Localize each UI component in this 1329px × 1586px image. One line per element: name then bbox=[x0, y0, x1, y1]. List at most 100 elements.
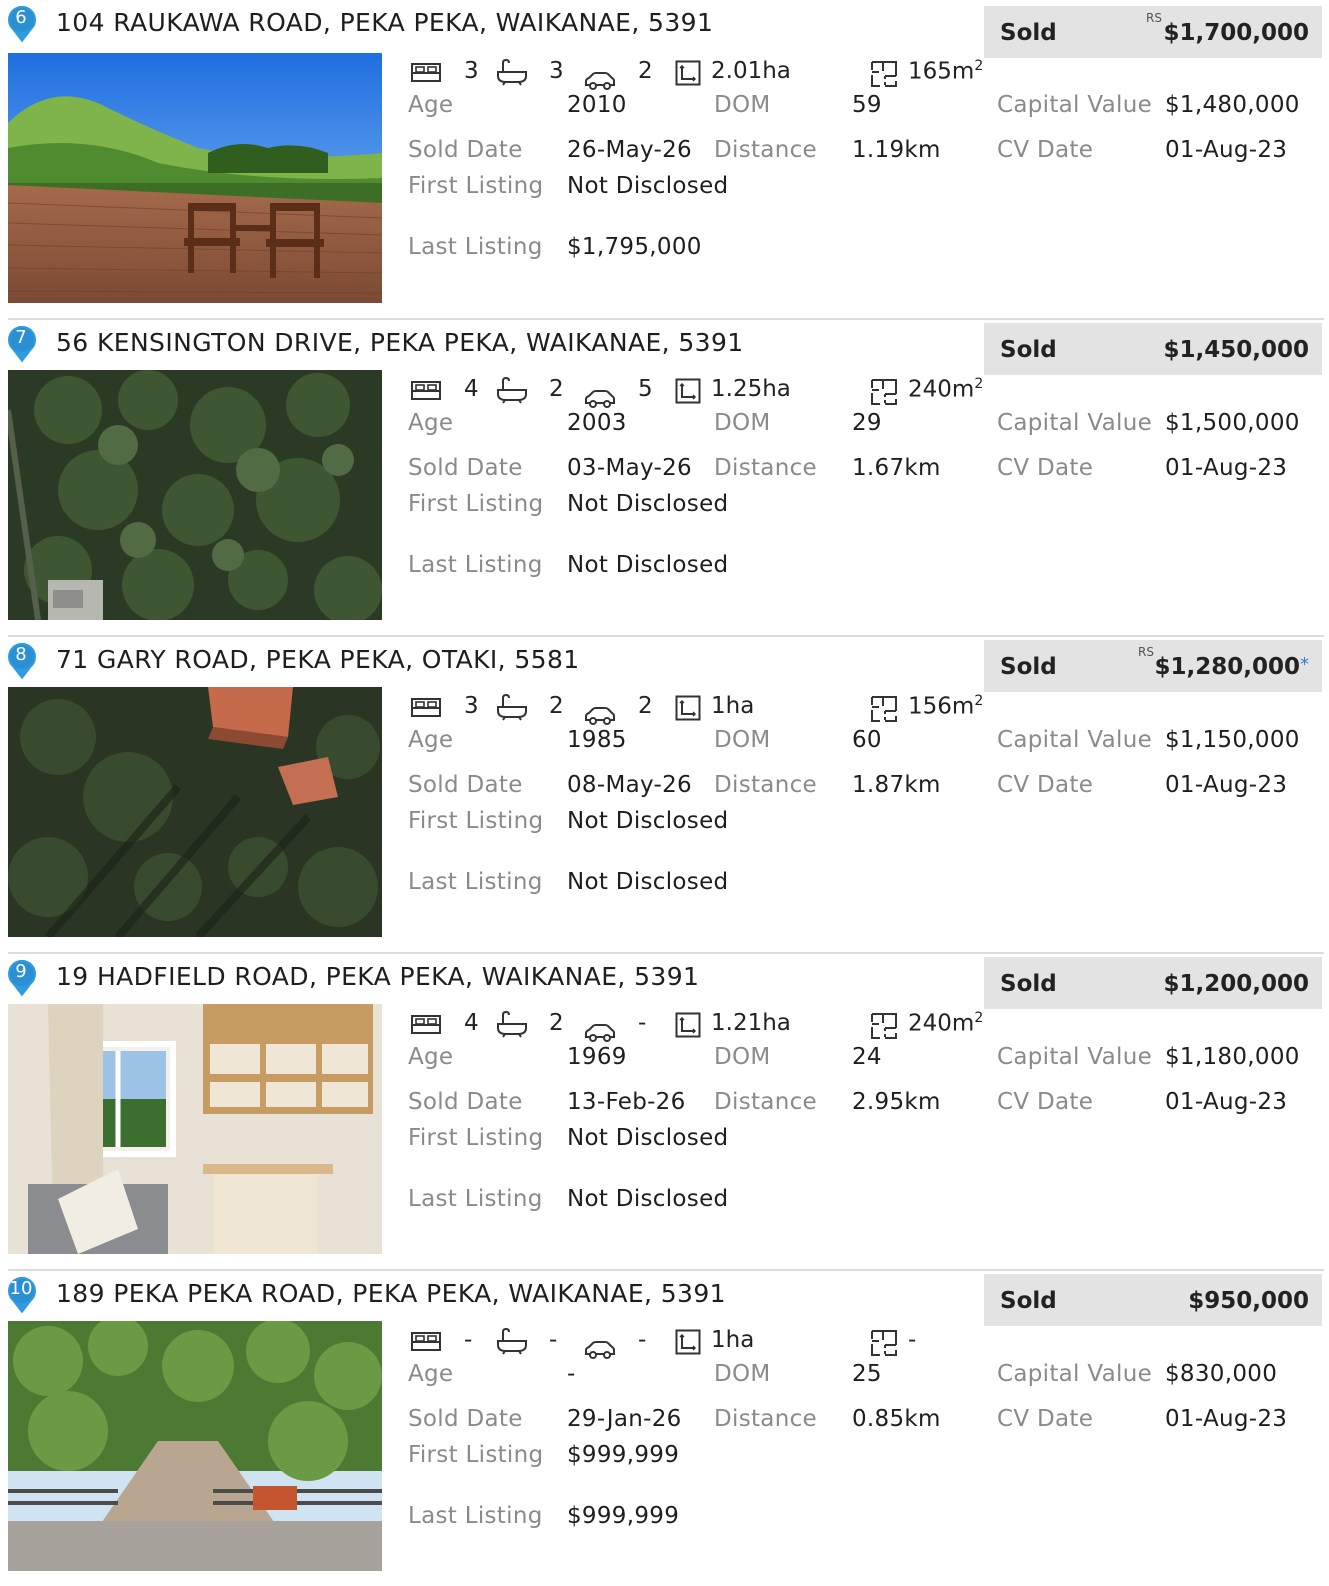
floor-area-icon bbox=[870, 695, 898, 725]
age-value: 2010 bbox=[567, 92, 627, 118]
floor-area-icon bbox=[870, 1329, 898, 1359]
land-area-icon bbox=[675, 1329, 701, 1359]
floor-area-icon bbox=[870, 1012, 898, 1042]
status-label: Sold bbox=[1000, 971, 1057, 997]
listing-card[interactable]: 7 56 KENSINGTON DRIVE, PEKA PEKA, WAIKANA… bbox=[0, 318, 1329, 635]
land-area-value: 1.25ha bbox=[711, 376, 791, 406]
property-photo[interactable] bbox=[8, 53, 382, 303]
age-value: 2003 bbox=[567, 410, 627, 436]
dom-value: 25 bbox=[852, 1361, 882, 1387]
bath-text: 2 bbox=[549, 376, 564, 402]
listing-card[interactable]: 8 71 GARY ROAD, PEKA PEKA, OTAKI, 5581 Sol… bbox=[0, 635, 1329, 952]
map-pin-icon: 7 bbox=[5, 324, 39, 366]
listing-address[interactable]: 56 KENSINGTON DRIVE, PEKA PEKA, WAIKANAE… bbox=[56, 328, 744, 357]
sold-price-value: $1,450,000 bbox=[1163, 337, 1309, 363]
sold-date-value: 26-May-26 bbox=[567, 137, 692, 163]
age-value: 1969 bbox=[567, 1044, 627, 1070]
listing-card[interactable]: 6 104 RAUKAWA ROAD, PEKA PEKA, WAIKANAE, … bbox=[0, 0, 1329, 317]
cv-date-label: CV Date bbox=[997, 772, 1094, 798]
sold-price: $950,000 bbox=[1188, 1288, 1309, 1314]
land-area-icon bbox=[675, 60, 701, 90]
listing-address[interactable]: 104 RAUKAWA ROAD, PEKA PEKA, WAIKANAE, 5… bbox=[56, 8, 713, 37]
car-text: 5 bbox=[638, 376, 653, 402]
age-value: 1985 bbox=[567, 727, 627, 753]
sold-price-badge: Sold $1,450,000 bbox=[984, 323, 1322, 375]
bed-icon bbox=[410, 1329, 442, 1359]
property-photo[interactable] bbox=[8, 1321, 382, 1571]
land-area-text: 2.01ha bbox=[711, 58, 791, 84]
age-label: Age bbox=[408, 1361, 454, 1387]
age-label: Age bbox=[408, 410, 454, 436]
capital-value-value: $830,000 bbox=[1165, 1361, 1278, 1387]
floor-area-icon bbox=[870, 378, 898, 408]
first-listing-label: First Listing bbox=[408, 808, 544, 834]
last-listing-label: Last Listing bbox=[408, 869, 543, 895]
listing-address[interactable]: 71 GARY ROAD, PEKA PEKA, OTAKI, 5581 bbox=[56, 645, 580, 674]
first-listing-value: Not Disclosed bbox=[567, 808, 729, 834]
map-pin-icon: 8 bbox=[5, 641, 39, 683]
land-area-icon bbox=[675, 1012, 701, 1042]
bed-value: 3 bbox=[464, 58, 479, 88]
bath-icon bbox=[496, 376, 528, 406]
listing-address[interactable]: 189 PEKA PEKA ROAD, PEKA PEKA, WAIKANAE,… bbox=[56, 1279, 726, 1308]
land-area-icon bbox=[675, 695, 701, 725]
sold-price-badge: Sold RS $1,700,000 bbox=[984, 6, 1322, 58]
divider bbox=[8, 635, 1324, 637]
bath-value: 2 bbox=[549, 693, 564, 723]
age-label: Age bbox=[408, 92, 454, 118]
distance-value: 1.67km bbox=[852, 455, 941, 481]
cv-date-value: 01-Aug-23 bbox=[1165, 455, 1288, 481]
sold-price-value: $1,280,000 bbox=[1154, 654, 1300, 680]
sold-date-label: Sold Date bbox=[408, 455, 523, 481]
sold-price: $1,450,000 bbox=[1163, 337, 1309, 363]
sold-price-value: $1,700,000 bbox=[1163, 20, 1309, 46]
cv-date-value: 01-Aug-23 bbox=[1165, 772, 1288, 798]
listing-number: 7 bbox=[15, 327, 27, 348]
bath-icon bbox=[496, 1010, 528, 1040]
bath-icon bbox=[496, 1327, 528, 1357]
listing-number: 9 bbox=[15, 961, 27, 982]
property-photo[interactable] bbox=[8, 370, 382, 620]
floor-area-value: 240m2 bbox=[908, 376, 983, 406]
sold-date-label: Sold Date bbox=[408, 137, 523, 163]
last-listing-label: Last Listing bbox=[408, 1186, 543, 1212]
listing-number: 10 bbox=[9, 1278, 33, 1299]
bath-value: 3 bbox=[549, 58, 564, 88]
sold-price-value: $950,000 bbox=[1188, 1288, 1309, 1314]
dom-label: DOM bbox=[714, 727, 771, 753]
bed-icon bbox=[410, 695, 442, 725]
age-value: - bbox=[567, 1361, 576, 1387]
property-photo[interactable] bbox=[8, 1004, 382, 1254]
dom-label: DOM bbox=[714, 410, 771, 436]
listing-card[interactable]: 9 19 HADFIELD ROAD, PEKA PEKA, WAIKANAE, … bbox=[0, 952, 1329, 1269]
bed-icon bbox=[410, 378, 442, 408]
distance-label: Distance bbox=[714, 1406, 817, 1432]
sold-price-badge: Sold RS $1,280,000* bbox=[984, 640, 1322, 692]
floor-area-value: 240m2 bbox=[908, 1010, 983, 1040]
distance-value: 1.87km bbox=[852, 772, 941, 798]
area-superscript: 2 bbox=[974, 58, 984, 74]
floor-area-value: 165m2 bbox=[908, 58, 983, 88]
capital-value-value: $1,500,000 bbox=[1165, 410, 1300, 436]
listing-address[interactable]: 19 HADFIELD ROAD, PEKA PEKA, WAIKANAE, 5… bbox=[56, 962, 699, 991]
bath-text: 2 bbox=[549, 1010, 564, 1036]
last-listing-value: $999,999 bbox=[567, 1503, 680, 1529]
sold-date-value: 13-Feb-26 bbox=[567, 1089, 686, 1115]
property-photo[interactable] bbox=[8, 687, 382, 937]
first-listing-label: First Listing bbox=[408, 173, 544, 199]
divider bbox=[8, 952, 1324, 954]
floor-area-text: 240m bbox=[908, 376, 975, 403]
listing-card[interactable]: 10 189 PEKA PEKA ROAD, PEKA PEKA, WAIKANA… bbox=[0, 1269, 1329, 1586]
price-note-marker: * bbox=[1300, 654, 1309, 675]
cv-date-value: 01-Aug-23 bbox=[1165, 1406, 1288, 1432]
last-listing-value: $1,795,000 bbox=[567, 234, 702, 260]
sold-date-label: Sold Date bbox=[408, 772, 523, 798]
car-value: 2 bbox=[638, 58, 653, 88]
cv-date-value: 01-Aug-23 bbox=[1165, 1089, 1288, 1115]
floor-area-text: 156m bbox=[908, 693, 975, 720]
car-value: - bbox=[638, 1010, 646, 1040]
bath-value: 2 bbox=[549, 376, 564, 406]
distance-label: Distance bbox=[714, 1089, 817, 1115]
rs-marker: RS bbox=[1138, 645, 1154, 659]
age-label: Age bbox=[408, 1044, 454, 1070]
